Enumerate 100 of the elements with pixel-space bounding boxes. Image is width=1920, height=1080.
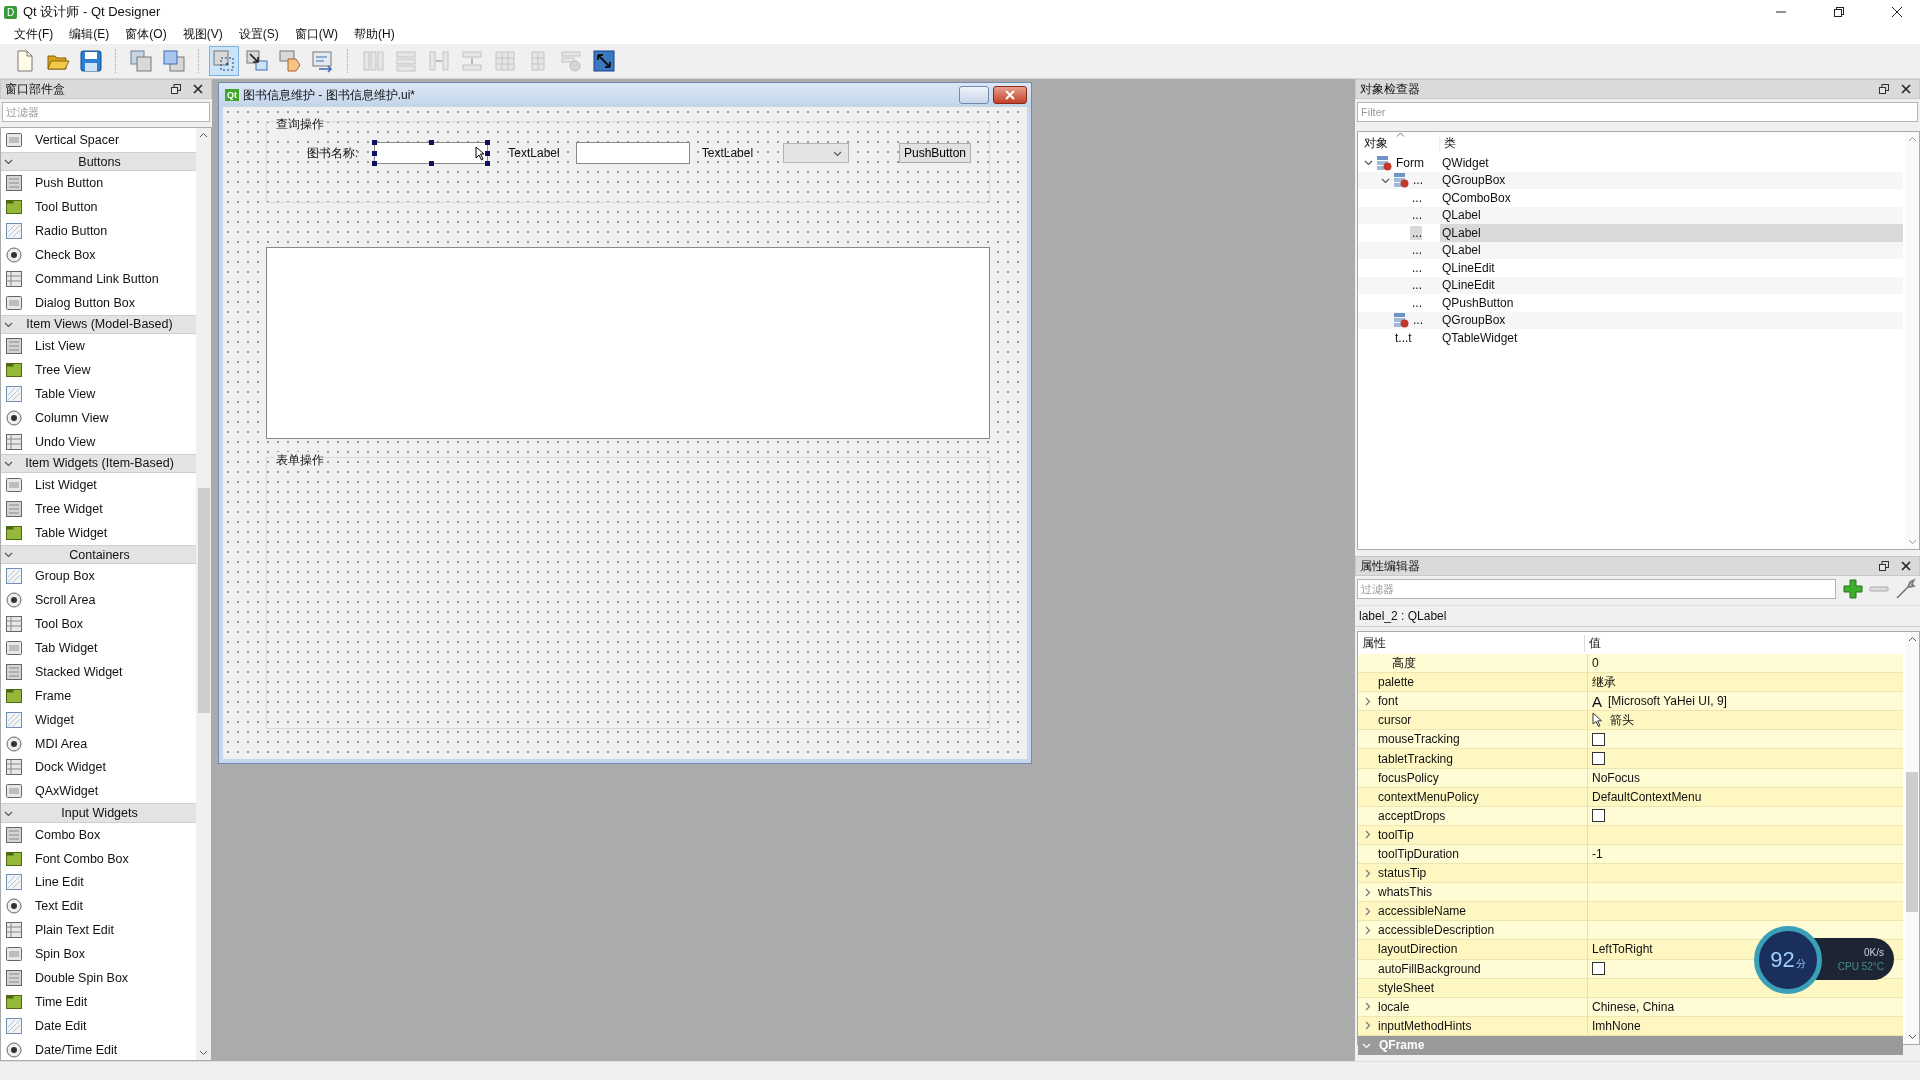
tree-row[interactable]: ... QComboBox [1358, 189, 1903, 207]
menu-item[interactable]: 文件(F) [6, 25, 62, 43]
scroll-up-icon[interactable] [1907, 636, 1917, 642]
list-item[interactable]: Radio Button [1, 219, 196, 244]
tree-row[interactable]: ... QPushButton [1358, 294, 1903, 312]
list-item[interactable]: Double Spin Box [1, 966, 196, 990]
menu-item[interactable]: 编辑(E) [61, 25, 118, 43]
column-header[interactable]: 对象 [1358, 134, 1440, 152]
restore-icon[interactable] [1879, 561, 1889, 571]
close-icon[interactable] [193, 84, 203, 94]
tree-row[interactable]: t...t QTableWidget [1358, 329, 1903, 347]
list-item[interactable]: Tab Widget [1, 636, 196, 660]
list-item[interactable]: Line Edit [1, 870, 196, 895]
list-item[interactable]: Dock Widget [1, 755, 196, 780]
property-name: inputMethodHints [1377, 1018, 1472, 1033]
wrench-icon[interactable] [1894, 578, 1916, 600]
chevron-icon[interactable] [4, 320, 13, 329]
list-item[interactable]: Date/Time Edit [1, 1037, 196, 1060]
class-name: QLineEdit [1441, 277, 1495, 294]
close-icon[interactable] [1901, 561, 1911, 571]
list-item[interactable]: Push Button [1, 171, 196, 196]
menu-item[interactable]: 帮助(H) [346, 25, 403, 43]
close-icon[interactable] [1892, 7, 1902, 17]
list-item[interactable]: Scroll Area [1, 588, 196, 613]
menu-item[interactable]: 设置(S) [230, 25, 287, 43]
checkbox[interactable] [1592, 962, 1605, 976]
tree-row[interactable]: ... QLabel [1358, 206, 1903, 224]
property-name: styleSheet [1377, 980, 1435, 995]
list-item[interactable]: Font Combo Box [1, 846, 196, 871]
list-item[interactable]: Frame [1, 683, 196, 708]
list-item[interactable]: Tool Button [1, 195, 196, 220]
tree-row[interactable]: ... QLineEdit [1358, 276, 1903, 294]
scroll-down-icon[interactable] [1907, 1034, 1917, 1040]
category-header[interactable]: Containers [1, 544, 196, 565]
menu-item[interactable]: 窗体(O) [117, 25, 175, 43]
list-item[interactable]: Spin Box [1, 942, 196, 967]
restore-icon[interactable] [171, 84, 181, 94]
category-label: Item Views (Model-Based) [25, 317, 174, 332]
list-item[interactable]: QAxWidget [1, 779, 196, 804]
plus-icon[interactable] [1842, 578, 1864, 600]
scrollbar-thumb[interactable] [1906, 772, 1918, 912]
list-item[interactable]: Time Edit [1, 990, 196, 1014]
close-icon[interactable] [1901, 84, 1911, 94]
list-item[interactable]: Stacked Widget [1, 659, 196, 684]
selection-handle[interactable] [429, 161, 435, 166]
filter-field[interactable]: 过滤器 [2, 102, 210, 122]
tree-row[interactable]: ... QGroupBox [1358, 171, 1903, 189]
chevron-icon[interactable] [4, 550, 13, 560]
list-item[interactable]: Column View [1, 405, 196, 430]
scrollbar-thumb[interactable] [197, 488, 210, 713]
filter-field[interactable]: Filter [1357, 102, 1918, 122]
list-item[interactable]: List Widget [1, 473, 196, 498]
tree-row[interactable]: ... QLabel [1358, 224, 1903, 242]
restore-icon[interactable] [1834, 7, 1844, 17]
filter-field[interactable]: 过滤器 [1357, 579, 1836, 599]
list-item[interactable]: Tree Widget [1, 497, 196, 521]
object-name: ... [1412, 173, 1423, 188]
tree-row[interactable]: ... QGroupBox [1358, 311, 1903, 329]
menu-item[interactable]: 视图(V) [174, 25, 231, 43]
list-item[interactable]: Combo Box [1, 822, 196, 847]
list-item[interactable]: Check Box [1, 243, 196, 267]
tree-row[interactable]: ... QLabel [1358, 241, 1903, 259]
line-edit[interactable] [374, 142, 489, 164]
list-item[interactable]: MDI Area [1, 731, 196, 756]
list-item[interactable]: Tool Box [1, 612, 196, 637]
category-header[interactable]: Input Widgets [1, 803, 196, 823]
push-button[interactable]: PushButton [898, 143, 971, 163]
column-header[interactable]: 值 [1585, 634, 1601, 652]
column-header[interactable]: 类 [1440, 134, 1456, 152]
list-item[interactable]: Undo View [1, 429, 196, 454]
checkbox[interactable] [1592, 752, 1605, 765]
list-item[interactable]: Plain Text Edit [1, 918, 196, 943]
menu-item[interactable]: 窗口(W) [286, 25, 346, 43]
category-header[interactable]: Item Widgets (Item-Based) [1, 453, 196, 474]
list-item[interactable]: Vertical Spacer [1, 128, 196, 152]
restore-icon[interactable] [1879, 84, 1889, 94]
category-header[interactable]: Item Views (Model-Based) [1, 314, 196, 335]
list-item[interactable]: Dialog Button Box [1, 290, 196, 315]
scroll-down-icon[interactable] [199, 1050, 208, 1056]
column-header[interactable]: 属性 [1358, 634, 1585, 652]
list-item[interactable]: List View [1, 334, 196, 359]
list-item[interactable]: Tree View [1, 358, 196, 382]
list-item[interactable]: Command Link Button [1, 266, 196, 291]
checkbox[interactable] [1592, 732, 1605, 746]
list-item[interactable]: Group Box [1, 564, 196, 589]
list-item[interactable]: Date Edit [1, 1013, 196, 1038]
tree-row[interactable]: ... QLineEdit [1358, 259, 1903, 277]
category-header[interactable]: Buttons [1, 151, 196, 172]
scrollbar[interactable] [1905, 632, 1919, 1044]
list-item[interactable]: Widget [1, 707, 196, 732]
scroll-up-icon[interactable] [199, 132, 208, 138]
list-item[interactable]: Table Widget [1, 520, 196, 545]
selection-handle[interactable] [429, 140, 435, 145]
scrollbar[interactable] [196, 128, 211, 1060]
checkbox[interactable] [1592, 809, 1605, 823]
list-item[interactable]: Text Edit [1, 894, 196, 919]
chevron-icon[interactable] [4, 157, 13, 167]
tree-row[interactable]: Form QWidget [1358, 154, 1903, 172]
list-item[interactable]: Table View [1, 382, 196, 406]
close-button[interactable] [993, 86, 1027, 104]
